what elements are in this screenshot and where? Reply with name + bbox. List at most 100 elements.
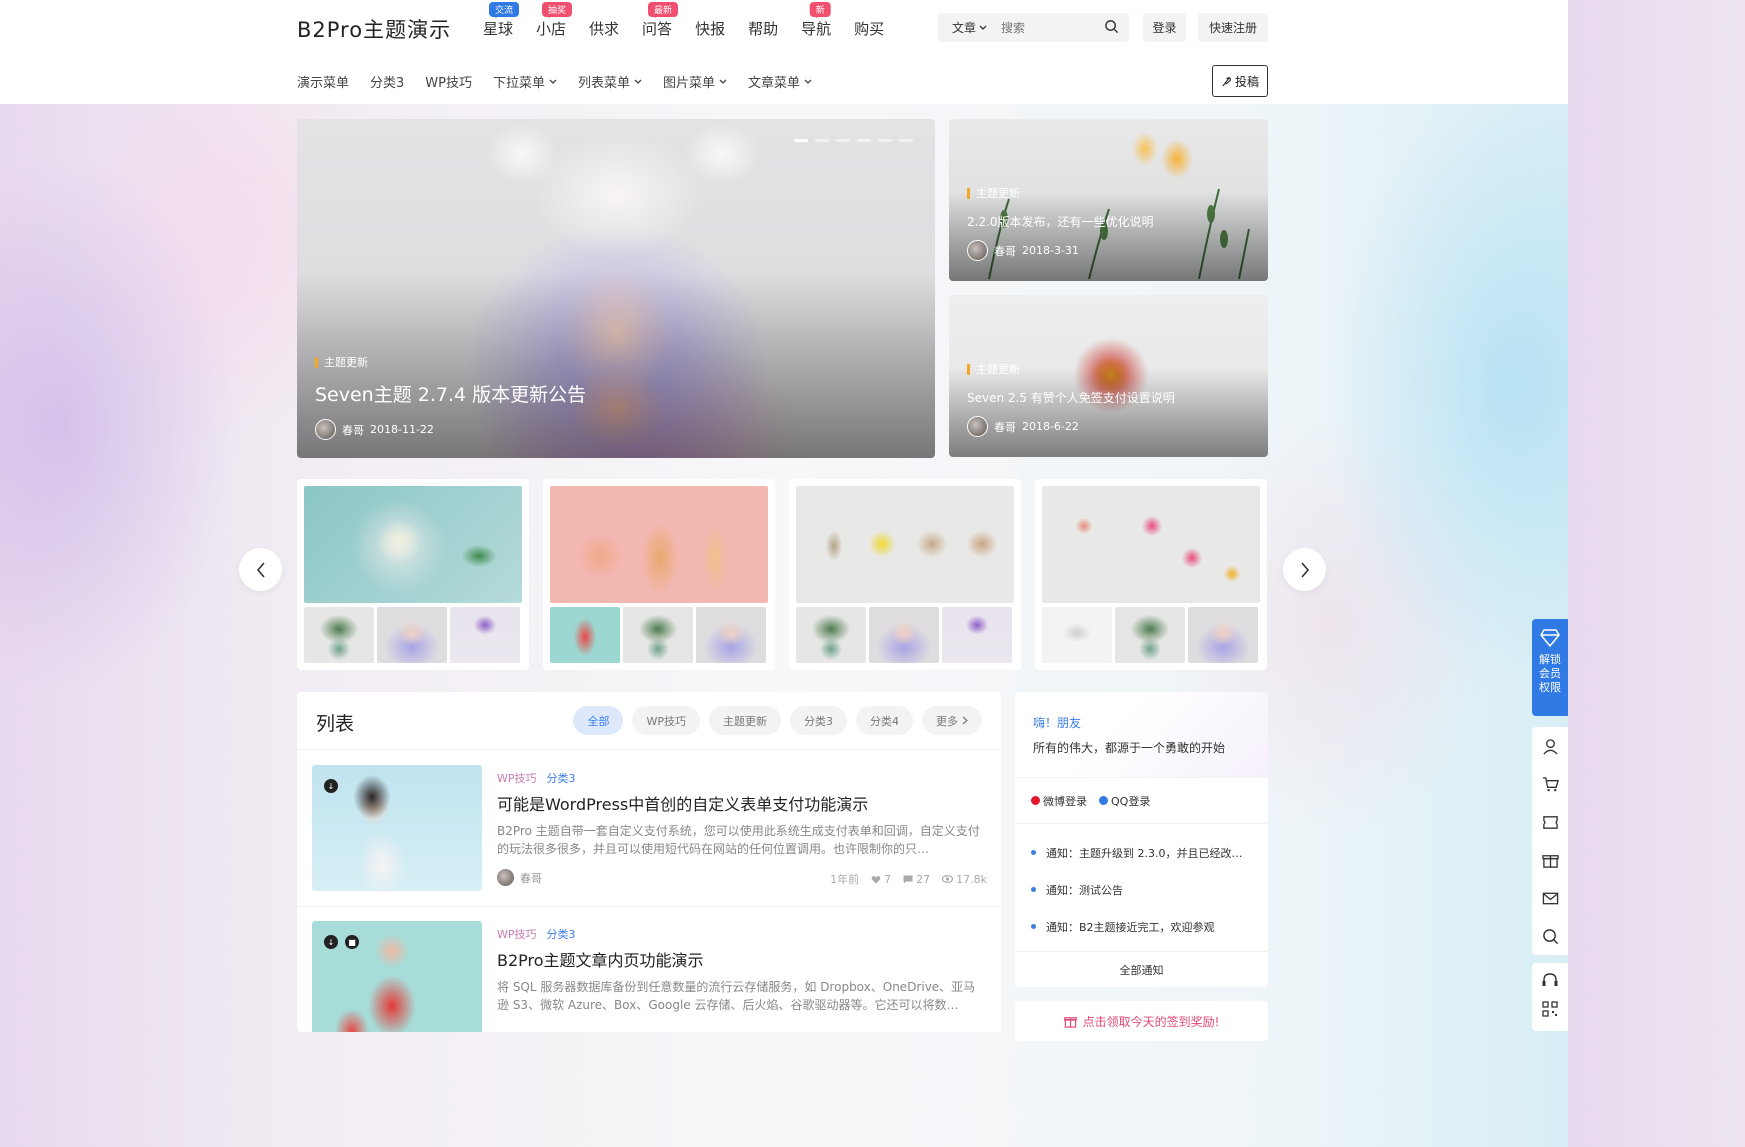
filter-chip-cat3[interactable]: 分类3	[790, 706, 847, 735]
post-thumbnail[interactable]: ↓ ■	[312, 921, 482, 1032]
cart-tool[interactable]	[1542, 765, 1559, 803]
coupon-tool[interactable]	[1542, 803, 1559, 841]
slide-dot[interactable]	[794, 139, 808, 142]
carousel-card[interactable]	[1035, 479, 1267, 670]
vip-unlock-tab[interactable]: 解锁会员权限	[1532, 619, 1568, 716]
diamond-icon	[1540, 629, 1560, 647]
slide-author[interactable]: 春哥	[994, 243, 1016, 259]
qrcode-icon[interactable]	[1542, 1001, 1558, 1017]
site-logo[interactable]: B2Pro主题演示	[297, 14, 451, 44]
carousel-image	[1042, 486, 1260, 603]
nav-item-xingqiu[interactable]: 交流 星球	[483, 2, 520, 39]
slide-dot[interactable]	[815, 139, 829, 142]
carousel-thumb[interactable]	[623, 607, 693, 663]
carousel-next-button[interactable]	[1283, 548, 1326, 591]
headset-icon[interactable]	[1541, 971, 1559, 989]
chevron-right-icon	[1300, 561, 1309, 578]
slide-title[interactable]: Seven主题 2.7.4 版本更新公告	[315, 380, 586, 407]
carousel-thumb[interactable]	[550, 607, 620, 663]
subnav-item-demo[interactable]: 演示菜单	[297, 72, 349, 91]
list-item[interactable]: ↓ ■ WP技巧 分类3 B2Pro主题文章内页功能演示 将 SQL 服务器数据…	[312, 921, 987, 1032]
post-title[interactable]: B2Pro主题文章内页功能演示	[497, 947, 704, 971]
post-author[interactable]: 春哥	[497, 869, 542, 886]
carousel-thumb[interactable]	[1115, 607, 1185, 663]
list-item[interactable]: ↓ WP技巧 分类3 可能是WordPress中首创的自定义表单支付功能演示 B…	[312, 765, 987, 893]
subnav-item-dropdown[interactable]: 下拉菜单	[493, 72, 557, 91]
subnav-item-image[interactable]: 图片菜单	[663, 72, 727, 91]
slide-dot[interactable]	[857, 139, 871, 142]
carousel-thumb[interactable]	[796, 607, 866, 663]
post-view-count: 17.8k	[956, 872, 987, 886]
post-thumbnail[interactable]: ↓	[312, 765, 482, 891]
slide-title[interactable]: 2.2.0版本发布，还有一些优化说明	[967, 213, 1154, 230]
carousel-thumb[interactable]	[696, 607, 766, 663]
slide-author[interactable]: 春哥	[342, 422, 364, 438]
slide-dot[interactable]	[878, 139, 892, 142]
nav-item-bangzhu[interactable]: 帮助	[748, 18, 778, 39]
filter-chip-more[interactable]: 更多	[922, 706, 982, 735]
subnav-item-list[interactable]: 列表菜单	[578, 72, 642, 91]
filter-chip-cat4[interactable]: 分类4	[856, 706, 913, 735]
carousel-card[interactable]	[297, 479, 529, 670]
slide-dot[interactable]	[899, 139, 913, 142]
search-icon[interactable]	[1104, 19, 1119, 34]
carousel-thumb[interactable]	[942, 607, 1012, 663]
slide-dot[interactable]	[836, 139, 850, 142]
carousel-thumb[interactable]	[450, 607, 520, 663]
post-category[interactable]: 分类3	[547, 770, 576, 786]
notice-item[interactable]: 通知：测试公告	[1031, 871, 1252, 908]
slide-author[interactable]: 春哥	[994, 419, 1016, 435]
register-button[interactable]: 快速注册	[1198, 13, 1268, 42]
featured-slide-main[interactable]: 主题更新 Seven主题 2.7.4 版本更新公告 春哥 2018-11-22	[297, 119, 935, 458]
carousel-thumb[interactable]	[1042, 607, 1112, 663]
subnav-item-article[interactable]: 文章菜单	[748, 72, 812, 91]
subnav-item-wp[interactable]: WP技巧	[425, 72, 472, 91]
qq-login-button[interactable]: QQ登录	[1099, 793, 1150, 809]
filter-chip-wp[interactable]: WP技巧	[632, 706, 700, 735]
filter-chip-theme[interactable]: 主题更新	[709, 706, 781, 735]
sub-nav: 演示菜单 分类3 WP技巧 下拉菜单 列表菜单 图片菜单 文章菜单	[297, 72, 833, 91]
user-tool[interactable]	[1542, 727, 1559, 765]
message-tool[interactable]	[1542, 879, 1559, 917]
nav-item-wenda[interactable]: 最新 问答	[642, 2, 679, 39]
slide-title[interactable]: Seven 2.5 有赞个人免签支付设置说明	[967, 389, 1175, 406]
featured-slide-side-1[interactable]: 主题更新 2.2.0版本发布，还有一些优化说明 春哥 2018-3-31	[949, 119, 1268, 281]
nav-item-daohang[interactable]: 新 导航	[801, 2, 831, 39]
carousel-card[interactable]	[789, 479, 1021, 670]
search-input[interactable]	[1001, 20, 1092, 35]
nav-item-xiaodian[interactable]: 抽奖 小店	[536, 2, 573, 39]
all-notices-link[interactable]: 全部通知	[1015, 951, 1268, 987]
login-button[interactable]: 登录	[1143, 13, 1186, 42]
featured-slide-side-2[interactable]: 主题更新 Seven 2.5 有赞个人免签支付设置说明 春哥 2018-6-22	[949, 295, 1268, 457]
nav-item-goumai[interactable]: 购买	[854, 18, 884, 39]
notice-item[interactable]: 通知：B2主题接近完工，欢迎参观	[1031, 908, 1252, 945]
post-time: 1年前	[830, 873, 860, 886]
carousel-thumb[interactable]	[377, 607, 447, 663]
gift-tool[interactable]	[1541, 841, 1559, 879]
search-type-select[interactable]: 文章	[952, 19, 987, 36]
post-like-count: 7	[884, 872, 892, 886]
image-carousel	[297, 479, 1268, 670]
post-category[interactable]: WP技巧	[497, 926, 537, 942]
carousel-prev-button[interactable]	[239, 548, 282, 591]
carousel-card[interactable]	[543, 479, 775, 670]
subnav-item-label: WP技巧	[425, 76, 472, 91]
nav-item-gongqiu[interactable]: 供求	[589, 18, 619, 39]
post-category[interactable]: WP技巧	[497, 770, 537, 786]
nav-item-kuaibao[interactable]: 快报	[695, 18, 725, 39]
filter-chip-all[interactable]: 全部	[573, 706, 624, 735]
post-button[interactable]: 投稿	[1212, 65, 1268, 97]
search-tool[interactable]	[1542, 917, 1559, 955]
carousel-thumb[interactable]	[869, 607, 939, 663]
weibo-login-button[interactable]: 微博登录	[1031, 793, 1087, 809]
post-category[interactable]: 分类3	[547, 926, 576, 942]
chevron-down-icon	[719, 79, 727, 84]
notice-item[interactable]: 通知：主题升级到 2.3.0，并且已经改…	[1031, 834, 1252, 871]
nav-badge: 交流	[488, 2, 520, 18]
daily-sign-in-card[interactable]: 点击领取今天的签到奖励!	[1015, 1001, 1268, 1041]
nav-item-label: 帮助	[748, 20, 779, 38]
post-title[interactable]: 可能是WordPress中首创的自定义表单支付功能演示	[497, 791, 868, 815]
carousel-thumb[interactable]	[304, 607, 374, 663]
subnav-item-cat3[interactable]: 分类3	[370, 72, 404, 91]
carousel-thumb[interactable]	[1188, 607, 1258, 663]
